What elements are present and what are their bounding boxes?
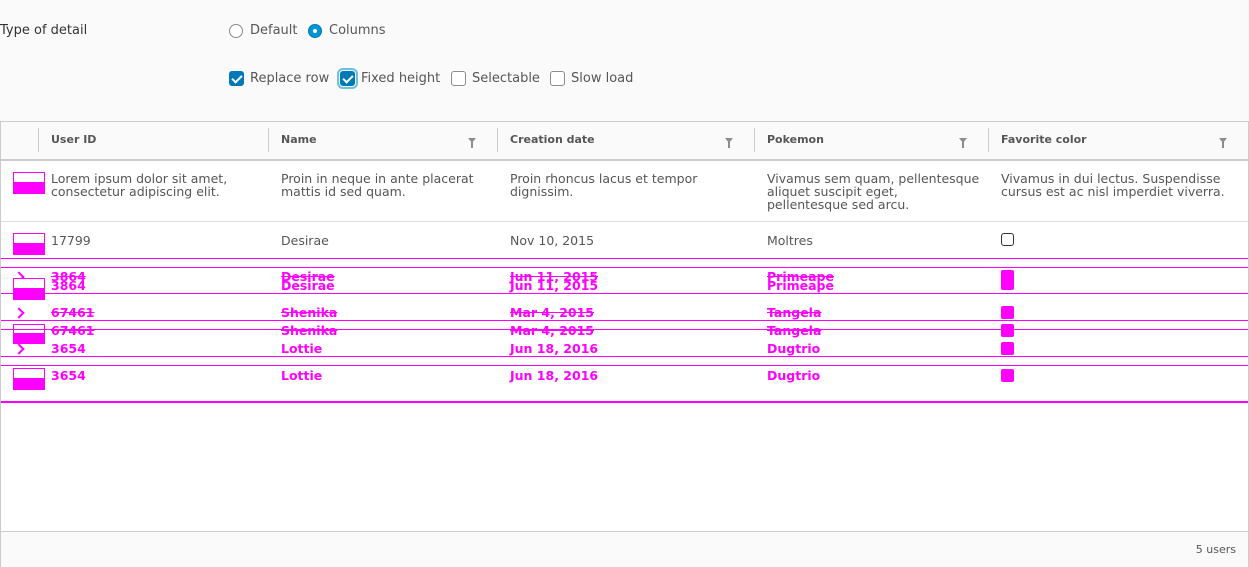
column-header-favorite-color[interactable]: Favorite color xyxy=(1001,133,1087,146)
column-separator[interactable] xyxy=(497,128,498,152)
datagrid-footer: 5 users xyxy=(1,531,1248,567)
row-divider xyxy=(1,293,1248,294)
row-divider xyxy=(1,365,1248,366)
cell-name: Lottie xyxy=(281,368,323,383)
column-separator[interactable] xyxy=(988,128,989,152)
checkbox-selectable[interactable] xyxy=(451,71,466,86)
cell-name: Lottie xyxy=(281,341,323,356)
detail-pokemon: Vivamus sem quam, pellentesque aliquet s… xyxy=(767,171,980,212)
color-swatch xyxy=(1001,270,1014,290)
cell-pokemon: Tangela xyxy=(767,323,822,338)
column-separator[interactable] xyxy=(754,128,755,152)
cell-creation-date: Jun 11, 2015 xyxy=(510,278,599,293)
detail-user-id: Lorem ipsum dolor sit amet, consectetur … xyxy=(51,171,228,199)
color-swatch xyxy=(1001,233,1014,246)
row-divider xyxy=(1,329,1248,330)
user-count: 5 users xyxy=(1195,543,1236,556)
cell-name: Desirae xyxy=(281,278,335,293)
cell-name: Shenika xyxy=(281,305,338,320)
radio-columns[interactable] xyxy=(308,24,322,38)
datagrid: User ID Name Creation date Pokemon Favor… xyxy=(0,121,1249,567)
cell-pokemon: Dugtrio xyxy=(767,368,821,383)
row-divider xyxy=(1,401,1248,403)
filter-icon[interactable] xyxy=(1219,138,1227,148)
caret-right-icon[interactable] xyxy=(13,307,25,319)
caret-right-icon[interactable] xyxy=(13,343,25,355)
row-divider xyxy=(1,258,1248,259)
cell-user-id: 67461 xyxy=(51,323,95,338)
detail-name: Proin in neque in ante placerat mattis i… xyxy=(281,171,474,199)
detail-toggle-icon[interactable] xyxy=(13,324,45,344)
row-divider xyxy=(1,356,1248,357)
cell-pokemon: Tangela xyxy=(767,305,822,320)
detail-toggle-icon[interactable] xyxy=(13,368,45,390)
row-divider xyxy=(1,221,1248,222)
cell-creation-date: Mar 4, 2015 xyxy=(510,323,594,338)
detail-toggle-icon[interactable] xyxy=(13,233,45,255)
cell-user-id: 3654 xyxy=(51,341,86,356)
checkbox-selectable-label[interactable]: Selectable xyxy=(472,71,540,86)
row-divider xyxy=(1,267,1248,268)
cell-user-id: 3864 xyxy=(51,278,86,293)
row-divider xyxy=(1,320,1248,321)
checkbox-replace-row[interactable] xyxy=(229,71,244,86)
checkbox-slow-load-label[interactable]: Slow load xyxy=(571,71,633,86)
column-separator[interactable] xyxy=(268,128,269,152)
radio-default[interactable] xyxy=(229,24,243,38)
filter-icon[interactable] xyxy=(725,138,733,148)
cell-name: Desirae xyxy=(281,233,329,248)
checkbox-fixed-height-label[interactable]: Fixed height xyxy=(361,71,440,86)
datagrid-header: User ID Name Creation date Pokemon Favor… xyxy=(1,122,1248,161)
checkbox-fixed-height[interactable] xyxy=(337,68,358,89)
cell-creation-date: Jun 18, 2016 xyxy=(510,368,599,383)
radio-columns-label[interactable]: Columns xyxy=(329,23,386,38)
detail-toggle-icon[interactable] xyxy=(13,172,45,194)
checkbox-slow-load[interactable] xyxy=(550,71,565,86)
color-swatch xyxy=(1001,306,1014,319)
cell-creation-date: Mar 4, 2015 xyxy=(510,305,594,320)
cell-creation-date: Nov 10, 2015 xyxy=(510,233,595,248)
color-swatch xyxy=(1001,369,1014,382)
filter-icon[interactable] xyxy=(959,138,967,148)
color-swatch xyxy=(1001,342,1014,355)
cell-user-id: 3654 xyxy=(51,368,86,383)
column-header-name[interactable]: Name xyxy=(281,133,317,146)
cell-pokemon: Dugtrio xyxy=(767,341,821,356)
cell-creation-date: Jun 18, 2016 xyxy=(510,341,599,356)
checkbox-replace-row-label[interactable]: Replace row xyxy=(250,71,329,86)
cell-name: Shenika xyxy=(281,323,338,338)
color-swatch xyxy=(1001,324,1014,337)
column-header-user-id[interactable]: User ID xyxy=(51,133,96,146)
detail-toggle-icon[interactable] xyxy=(13,278,45,300)
column-header-pokemon[interactable]: Pokemon xyxy=(767,133,824,146)
cell-user-id: 17799 xyxy=(51,233,91,248)
cell-pokemon: Primeape xyxy=(767,278,834,293)
filter-icon[interactable] xyxy=(468,138,476,148)
cell-user-id: 67461 xyxy=(51,305,95,320)
radio-default-label[interactable]: Default xyxy=(250,23,298,38)
detail-favorite-color: Vivamus in dui lectus. Suspendisse cursu… xyxy=(1001,171,1225,199)
cell-pokemon: Moltres xyxy=(767,233,813,248)
column-header-creation-date[interactable]: Creation date xyxy=(510,133,595,146)
detail-creation-date: Proin rhoncus lacus et tempor dignissim. xyxy=(510,171,698,199)
column-separator[interactable] xyxy=(38,128,39,152)
type-of-detail-label: Type of detail xyxy=(0,23,88,38)
